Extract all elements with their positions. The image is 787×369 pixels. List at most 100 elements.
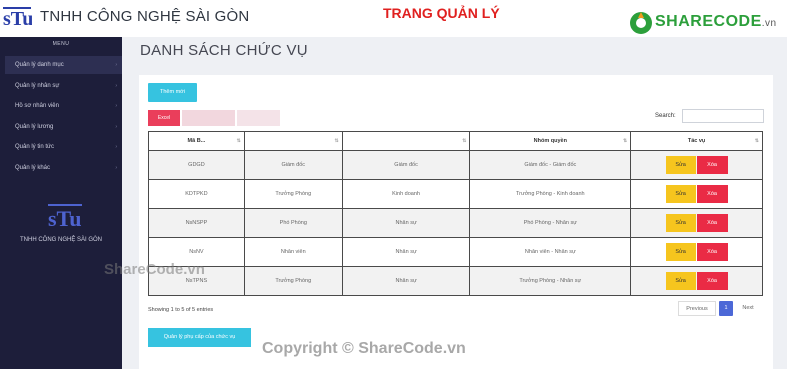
cell-department: Giám đốc: [341, 150, 471, 180]
table-row: NsNSPP Phó Phòng Nhân sự Phó Phòng - Nhâ…: [148, 208, 763, 238]
column-header-label: Mã B...: [187, 138, 206, 144]
edit-button[interactable]: Sửa: [665, 185, 696, 203]
cell-department: Nhân sự: [341, 208, 471, 238]
sort-icon: ⇅: [462, 138, 467, 144]
content-card: Thêm mới Excel Search: Mã B... ⇅ ⇅ ⇅ Nhóm…: [139, 75, 773, 369]
delete-button[interactable]: Xóa: [696, 243, 728, 261]
column-header-label: Nhóm quyền: [533, 138, 567, 144]
edit-button[interactable]: Sửa: [665, 156, 696, 174]
stu-logo-icon: sTu: [48, 204, 82, 231]
sidebar: MENU Quản lý danh mục › Quản lý nhân sự …: [0, 37, 122, 369]
sidebar-item-nhan-su[interactable]: Quản lý nhân sự ›: [5, 77, 122, 95]
cell-position: Nhân viên: [243, 237, 343, 267]
delete-button[interactable]: Xóa: [696, 185, 728, 203]
sort-icon: ⇅: [334, 138, 339, 144]
company-name: TNHH CÔNG NGHỆ SÀI GÒN: [40, 8, 250, 25]
sidebar-item-label: Hồ sơ nhân viên: [15, 103, 59, 109]
chevron-right-icon: ›: [115, 124, 117, 130]
delete-button[interactable]: Xóa: [696, 272, 728, 290]
cell-position: Giám đốc: [243, 150, 343, 180]
column-header[interactable]: Tác vụ ⇅: [630, 131, 763, 151]
sidebar-item-label: Quản lý danh mục: [15, 62, 64, 68]
svg-text:sTu: sTu: [3, 8, 32, 30]
sidebar-item-label: Quản lý khác: [15, 165, 51, 171]
export-button[interactable]: [182, 110, 235, 126]
column-header[interactable]: Mã B... ⇅: [148, 131, 245, 151]
export-button[interactable]: [237, 110, 280, 126]
sidebar-item-label: Quản lý nhân sự: [15, 83, 60, 89]
sharecode-name: SHARECODE: [655, 13, 762, 30]
copyright-watermark: Copyright © ShareCode.vn: [262, 340, 466, 357]
menu-title: MENU: [52, 41, 70, 47]
pagination-next[interactable]: Next: [737, 301, 759, 316]
table-row: GDGD Giám đốc Giám đốc Giám đốc - Giám đ…: [148, 150, 763, 180]
table-row: NsNV Nhân viên Nhân sự Nhân viên - Nhân …: [148, 237, 763, 267]
edit-button[interactable]: Sửa: [665, 272, 696, 290]
chevron-right-icon: ›: [115, 83, 117, 89]
chevron-right-icon: ›: [115, 144, 117, 150]
sort-icon: ⇅: [754, 138, 759, 144]
cell-role-group: Trưởng Phòng - Nhân sự: [469, 266, 632, 296]
sort-icon: ⇅: [622, 138, 628, 144]
cell-position: Phó Phòng: [243, 208, 343, 238]
page-header-title: TRANG QUẢN LÝ: [383, 5, 500, 21]
chevron-right-icon: ›: [115, 165, 117, 171]
watermark: ShareCode.vn: [104, 261, 205, 278]
cell-actions: Sửa Xóa: [630, 208, 763, 238]
sidebar-item-khac[interactable]: Quản lý khác ›: [5, 159, 122, 177]
column-header[interactable]: ⇅: [243, 131, 343, 151]
sort-icon: ⇅: [236, 138, 241, 144]
delete-button[interactable]: Xóa: [696, 214, 728, 232]
cell-actions: Sửa Xóa: [630, 179, 763, 209]
cell-role-group: Trưởng Phòng - Kinh doanh: [469, 179, 632, 209]
positions-table: Mã B... ⇅ ⇅ ⇅ Nhóm quyền ⇅ Tác vụ ⇅ GDGD Gi…: [148, 131, 763, 296]
sidebar-company-name: TNHH CÔNG NGHỆ SÀI GÒN: [19, 237, 102, 243]
cell-position: Trưởng Phòng: [243, 266, 343, 296]
chevron-right-icon: ›: [115, 103, 117, 109]
page-title: DANH SÁCH CHỨC VỤ: [140, 42, 308, 59]
svg-text:sTu: sTu: [48, 206, 81, 231]
delete-button[interactable]: Xóa: [696, 156, 728, 174]
table-row: NsTPNS Trưởng Phòng Nhân sự Trưởng Phòng…: [148, 266, 763, 296]
sidebar-item-danh-muc[interactable]: Quản lý danh mục ›: [5, 56, 122, 74]
table-header-row: Mã B... ⇅ ⇅ ⇅ Nhóm quyền ⇅ Tác vụ ⇅: [148, 131, 763, 151]
pagination-previous[interactable]: Previous: [678, 301, 716, 316]
sidebar-item-ho-so[interactable]: Hồ sơ nhân viên ›: [5, 97, 122, 115]
column-header[interactable]: ⇅: [341, 131, 471, 151]
sidebar-item-label: Quản lý tin tức: [15, 144, 55, 150]
cell-role-group: Phó Phòng - Nhân sự: [469, 208, 632, 238]
cell-department: Kinh doanh: [341, 179, 471, 209]
export-excel-button[interactable]: Excel: [148, 110, 180, 126]
sharecode-suffix: .vn: [761, 18, 777, 29]
cell-role-group: Nhân viên - Nhân sự: [469, 237, 632, 267]
cell-position: Trưởng Phòng: [243, 179, 343, 209]
top-header: sTu TNHH CÔNG NGHỆ SÀI GÒN TRANG QUẢN LÝ…: [0, 0, 787, 37]
chevron-right-icon: ›: [115, 62, 117, 68]
pagination-page-1[interactable]: 1: [719, 301, 733, 316]
cell-code: NsNSPP: [148, 208, 245, 238]
entries-info: Showing 1 to 5 of 5 entries: [148, 307, 214, 313]
cell-department: Nhân sự: [341, 266, 471, 296]
sidebar-item-tin-tuc[interactable]: Quản lý tin tức ›: [5, 138, 122, 156]
cell-code: KDTPKD: [148, 179, 245, 209]
cell-actions: Sửa Xóa: [630, 266, 763, 296]
column-header[interactable]: Nhóm quyền ⇅: [469, 131, 632, 151]
sidebar-item-luong[interactable]: Quản lý lương ›: [5, 118, 122, 136]
sidebar-item-label: Quản lý lương: [15, 124, 54, 130]
cell-department: Nhân sự: [341, 237, 471, 267]
search-label: Search:: [655, 113, 676, 119]
edit-button[interactable]: Sửa: [665, 243, 696, 261]
cell-actions: Sửa Xóa: [630, 237, 763, 267]
column-header-label: Tác vụ: [687, 138, 706, 144]
cell-role-group: Giám đốc - Giám đốc: [469, 150, 632, 180]
edit-button[interactable]: Sửa: [665, 214, 696, 232]
stu-logo-icon: sTu: [2, 3, 32, 33]
manage-allowance-button[interactable]: Quản lý phụ cấp của chức vụ: [148, 328, 251, 347]
cell-actions: Sửa Xóa: [630, 150, 763, 180]
main-content: DANH SÁCH CHỨC VỤ Thêm mới Excel Search:…: [122, 37, 787, 369]
cell-code: GDGD: [148, 150, 245, 180]
add-new-button[interactable]: Thêm mới: [148, 83, 197, 102]
table-row: KDTPKD Trưởng Phòng Kinh doanh Trưởng Ph…: [148, 179, 763, 209]
sharecode-brand: SHARECODE.vn: [655, 13, 777, 31]
search-input[interactable]: [682, 109, 764, 123]
